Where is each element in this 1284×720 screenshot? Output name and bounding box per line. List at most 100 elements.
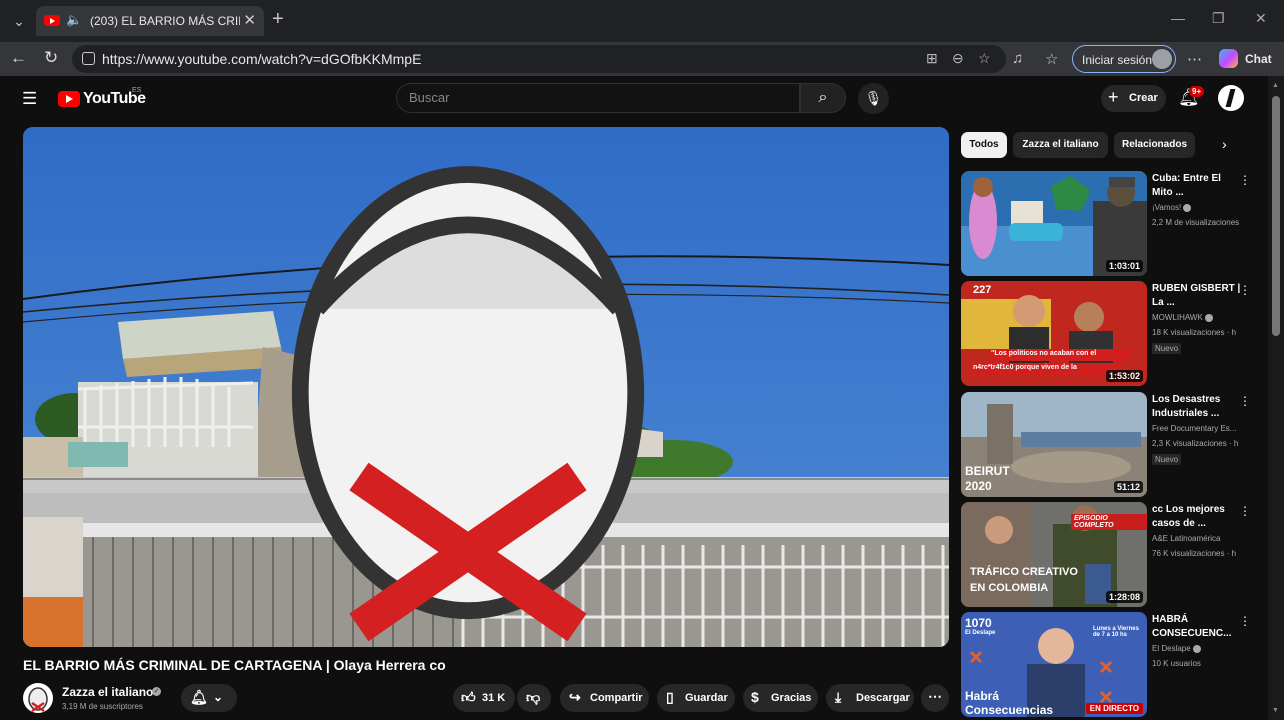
recommendation-channel[interactable]: ¡Vamos!	[1152, 203, 1192, 212]
chip-channel[interactable]: Zazza el italiano	[1013, 132, 1108, 158]
bell-icon: 🔔︎	[190, 689, 208, 705]
video-thumbnail[interactable]: BEIRUT 2020 51:12	[961, 392, 1147, 497]
video-title: EL BARRIO MÁS CRIMINAL DE CARTAGENA | Ol…	[23, 657, 446, 673]
more-actions-button[interactable]: ⋯	[921, 684, 949, 712]
thanks-button[interactable]: $ Gracias	[743, 684, 818, 712]
chip-related[interactable]: Relacionados	[1114, 132, 1195, 158]
search-button[interactable]: ⌕	[800, 83, 846, 113]
channel-avatar[interactable]	[23, 683, 53, 713]
logo-country: ES	[132, 87, 142, 94]
reload-icon[interactable]: ↻	[44, 48, 58, 68]
youtube-favicon-icon	[44, 15, 60, 26]
speaker-icon[interactable]: 🔈	[66, 12, 82, 28]
channel-name[interactable]: Zazza el italiano	[62, 685, 153, 699]
youtube-logo[interactable]: YouTube ES	[58, 87, 146, 109]
url-bar[interactable]: https://www.youtube.com/watch?v=dGOfbKKM…	[72, 45, 1006, 73]
more-vertical-icon[interactable]: ⋮	[1239, 283, 1251, 297]
create-button[interactable]: + Crear	[1101, 85, 1166, 112]
video-thumbnail[interactable]: 227 "Los politicos no acaban con el n4rc…	[961, 281, 1147, 386]
recommendation-title[interactable]: Los Desastres Industriales ...	[1152, 393, 1242, 421]
more-menu-icon[interactable]: ⋯	[1187, 50, 1202, 68]
zoom-icon[interactable]: ⊖	[952, 50, 964, 67]
recommendation-channel[interactable]: El Deslape	[1152, 644, 1201, 653]
app-available-icon[interactable]: ⊞	[926, 50, 938, 67]
youtube-header: ☰ YouTube ES ⌕ 🎙 + Crear 🔔︎ 9+	[0, 76, 1268, 122]
video-duration: 1:53:02	[1105, 370, 1143, 382]
scrollbar-thumb[interactable]	[1272, 96, 1280, 336]
minimize-icon[interactable]: —	[1171, 10, 1185, 26]
recommendation-title[interactable]: HABRÁ CONSECUENC...	[1152, 613, 1242, 641]
video-thumbnail[interactable]: EPISODIO COMPLETO TRÁFICO CREATIVO EN CO…	[961, 502, 1147, 607]
site-info-icon[interactable]	[82, 52, 95, 65]
notifications-badge: 9+	[1189, 86, 1205, 97]
recommendation-item[interactable]: 1070 El Deslape Lunes a Viernes de 7 a 1…	[961, 612, 1251, 717]
recommendation-item[interactable]: BEIRUT 2020 51:12 Los Desastres Industri…	[961, 392, 1251, 497]
channel-watermark-icon[interactable]	[23, 141, 931, 647]
recommendation-item[interactable]: 1:03:01 Cuba: Entre El Mito ... ¡Vamos! …	[961, 171, 1251, 276]
subscription-bell-button[interactable]: 🔔︎ ⌄	[181, 684, 237, 712]
recommendation-views: 2,2 M de visualizaciones	[1152, 218, 1240, 227]
new-tab-icon[interactable]: +	[272, 8, 284, 31]
video-thumbnail[interactable]: 1070 El Deslape Lunes a Viernes de 7 a 1…	[961, 612, 1147, 717]
thumbnail-caption: Habrá	[965, 689, 1000, 703]
signin-button[interactable]: Iniciar sesión	[1072, 45, 1176, 73]
search-input[interactable]	[409, 90, 779, 105]
close-tab-icon[interactable]: ✕	[243, 11, 256, 29]
copilot-chat-button[interactable]: Chat	[1216, 45, 1278, 73]
video-duration: 1:03:01	[1105, 260, 1143, 272]
more-vertical-icon[interactable]: ⋮	[1239, 394, 1251, 408]
more-vertical-icon[interactable]: ⋮	[1239, 614, 1251, 628]
save-button[interactable]: ▯ Guardar	[657, 684, 735, 712]
close-window-icon[interactable]: ✕	[1255, 10, 1267, 27]
channel-label: El Deslape	[1152, 644, 1191, 653]
save-label: Guardar	[685, 692, 728, 704]
share-button[interactable]: ↪ Compartir	[560, 684, 649, 712]
video-player[interactable]	[23, 127, 949, 647]
voice-search-button[interactable]: 🎙	[858, 83, 889, 114]
download-icon: ⤓	[835, 689, 842, 705]
share-icon: ↪	[569, 689, 581, 705]
thumbnail-schedule: Lunes a Viernes de 7 a 10 hs	[1093, 626, 1139, 638]
scroll-up-icon[interactable]: ▲	[1272, 82, 1279, 89]
scroll-down-icon[interactable]: ▼	[1272, 707, 1279, 714]
recommendation-views: 18 K visualizaciones · h	[1152, 328, 1237, 337]
chevron-down-icon: ⌄	[213, 690, 224, 704]
restore-icon[interactable]: ❐	[1212, 10, 1225, 27]
browser-tab[interactable]: 🔈 (203) EL BARRIO MÁS CRIMIN ✕	[36, 6, 264, 36]
bookmark-icon: ▯	[666, 689, 674, 705]
account-avatar[interactable]	[1218, 85, 1244, 111]
video-thumbnail[interactable]: 1:03:01	[961, 171, 1147, 276]
chevron-right-icon[interactable]: ›	[1222, 136, 1227, 152]
recommendation-item[interactable]: 227 "Los politicos no acaban con el n4rc…	[961, 281, 1251, 386]
mic-icon: 🎙	[864, 90, 883, 106]
tab-list-chevron-icon[interactable]: ⌄	[8, 10, 30, 32]
menu-icon[interactable]: ☰	[22, 89, 37, 109]
recommendation-title[interactable]: Cuba: Entre El Mito ...	[1152, 172, 1242, 200]
recommendation-item[interactable]: EPISODIO COMPLETO TRÁFICO CREATIVO EN CO…	[961, 502, 1251, 607]
page-scrollbar[interactable]: ▲ ▼	[1268, 76, 1284, 720]
media-control-icon[interactable]: ♫	[1012, 50, 1023, 67]
copilot-icon	[1219, 49, 1238, 68]
recommendation-channel[interactable]: A&E Latinoamérica	[1152, 534, 1220, 543]
recommendation-title[interactable]: cc Los mejores casos de ...	[1152, 503, 1242, 531]
more-vertical-icon[interactable]: ⋮	[1239, 504, 1251, 518]
more-horizontal-icon: ⋯	[928, 688, 942, 704]
recommendation-channel[interactable]: MOWLIHAWK	[1152, 313, 1213, 322]
more-vertical-icon[interactable]: ⋮	[1239, 173, 1251, 187]
search-icon: ⌕	[818, 89, 828, 106]
favorites-icon[interactable]: ☆	[1045, 50, 1058, 68]
url-text[interactable]: https://www.youtube.com/watch?v=dGOfbKKM…	[102, 51, 421, 67]
back-icon[interactable]: ←	[10, 48, 27, 68]
recommendation-channel[interactable]: Free Documentary Es...	[1152, 424, 1236, 433]
chip-todos[interactable]: Todos	[961, 132, 1007, 158]
search-box[interactable]	[396, 83, 800, 113]
like-button[interactable]: 👍︎ 31 K	[453, 684, 515, 712]
download-button[interactable]: ⤓ Descargar	[826, 684, 914, 712]
thumbnail-brand: 1070	[965, 616, 992, 630]
favorite-star-icon[interactable]: ☆	[978, 50, 991, 67]
channel-label: MOWLIHAWK	[1152, 313, 1203, 322]
thumbnail-caption: BEIRUT	[965, 464, 1010, 478]
dislike-button[interactable]: 👎︎	[517, 684, 551, 712]
verified-icon	[1204, 313, 1213, 322]
recommendation-title[interactable]: RUBEN GISBERT | La ...	[1152, 282, 1242, 310]
